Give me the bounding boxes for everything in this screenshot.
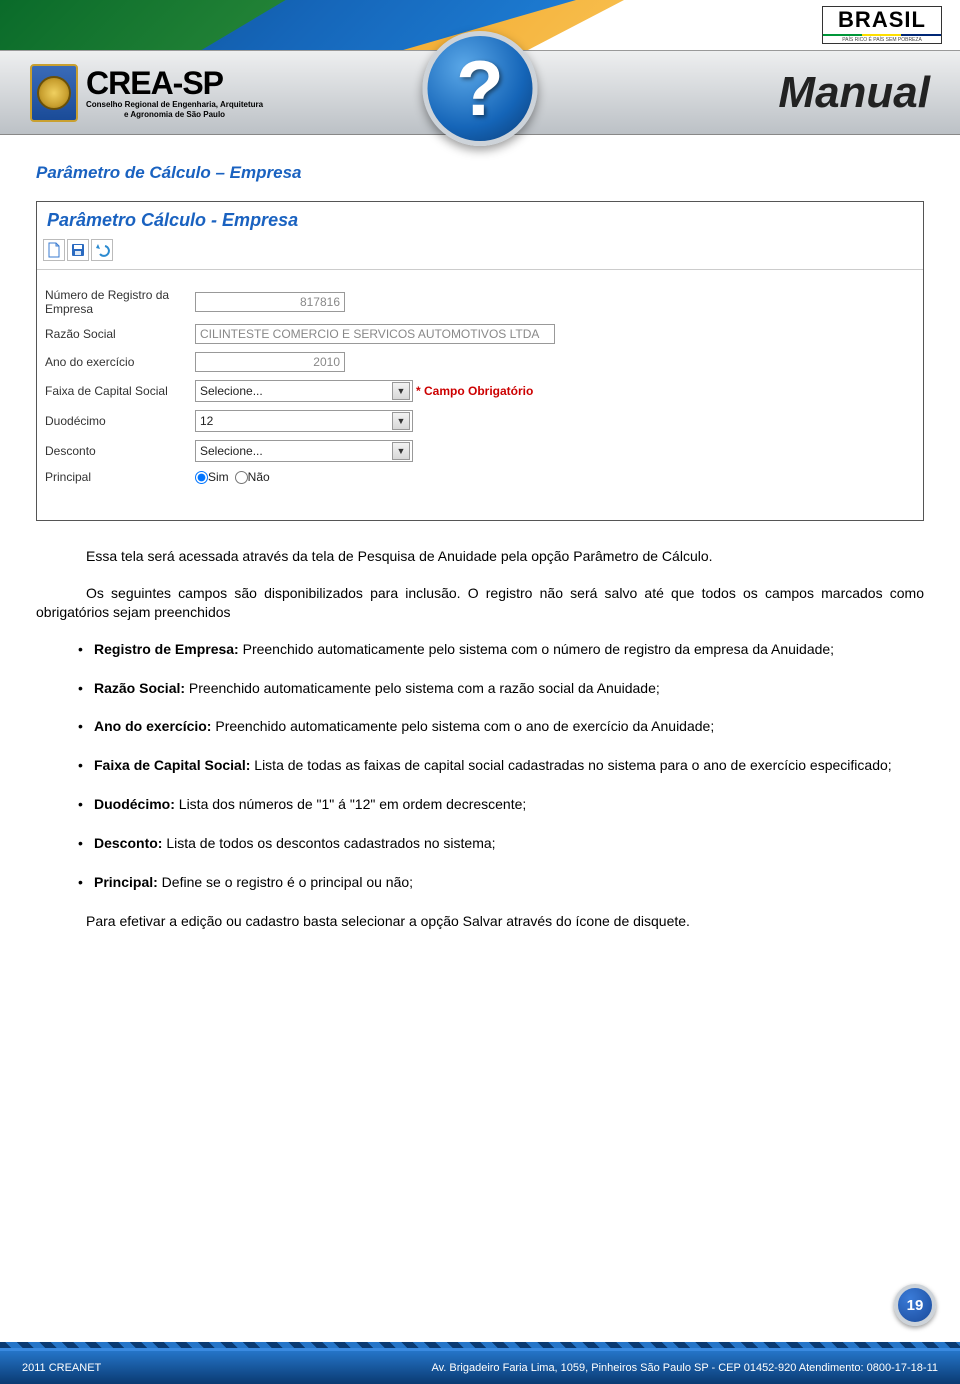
duodecimo-select[interactable]: 12 ▼ — [195, 410, 413, 432]
registro-label: Número de Registro da Empresa — [45, 288, 195, 316]
undo-icon[interactable] — [91, 239, 113, 261]
principal-row: Principal Sim Não — [45, 470, 915, 484]
desconto-row: Desconto Selecione... ▼ — [45, 440, 915, 462]
manual-heading: Manual — [778, 68, 930, 118]
list-item: Registro de Empresa: Preenchido automati… — [78, 640, 924, 659]
razao-input[interactable] — [195, 324, 555, 344]
list-item: Razão Social: Preenchido automaticamente… — [78, 679, 924, 698]
principal-label: Principal — [45, 470, 195, 484]
ano-row: Ano do exercício — [45, 352, 915, 372]
list-item: Principal: Define se o registro é o prin… — [78, 873, 924, 892]
crea-badge-icon — [30, 64, 78, 122]
ano-label: Ano do exercício — [45, 355, 195, 369]
crea-title: CREA-SP — [86, 67, 263, 99]
principal-sim-label: Sim — [208, 470, 229, 484]
form-screenshot: Parâmetro Cálculo - Empresa Número de Re… — [36, 201, 924, 521]
brasil-logo-text: BRASIL — [838, 7, 926, 33]
header-bar: CREA-SP Conselho Regional de Engenharia,… — [0, 50, 960, 135]
faixa-label: Faixa de Capital Social — [45, 384, 195, 398]
brasil-logo: BRASIL PAÍS RICO É PAÍS SEM POBREZA — [822, 6, 942, 44]
required-indicator: * Campo Obrigatório — [416, 384, 533, 398]
ano-input[interactable] — [195, 352, 345, 372]
chevron-down-icon: ▼ — [392, 412, 410, 430]
body-text: Essa tela será acessada através da tela … — [36, 547, 924, 931]
footer-left: 2011 CREANET — [22, 1362, 101, 1374]
list-item: Desconto: Lista de todos os descontos ca… — [78, 834, 924, 853]
page-footer: 2011 CREANET Av. Brigadeiro Faria Lima, … — [0, 1348, 960, 1384]
question-mark-icon: ? — [423, 31, 538, 146]
new-document-icon[interactable] — [43, 239, 65, 261]
faixa-row: Faixa de Capital Social Selecione... ▼ *… — [45, 380, 915, 402]
desconto-select[interactable]: Selecione... ▼ — [195, 440, 413, 462]
faixa-select[interactable]: Selecione... ▼ — [195, 380, 413, 402]
section-title: Parâmetro de Cálculo – Empresa — [36, 163, 924, 183]
intro-para-2: Os seguintes campos são disponibilizados… — [36, 584, 924, 622]
intro-para-1: Essa tela será acessada através da tela … — [36, 547, 924, 566]
principal-nao-radio[interactable] — [235, 471, 248, 484]
duodecimo-row: Duodécimo 12 ▼ — [45, 410, 915, 432]
crea-logo-block: CREA-SP Conselho Regional de Engenharia,… — [30, 64, 263, 122]
list-item: Faixa de Capital Social: Lista de todas … — [78, 756, 924, 775]
closing-para: Para efetivar a edição ou cadastro basta… — [36, 912, 924, 931]
save-icon[interactable] — [67, 239, 89, 261]
footer-right: Av. Brigadeiro Faria Lima, 1059, Pinheir… — [431, 1362, 938, 1374]
chevron-down-icon: ▼ — [392, 442, 410, 460]
razao-label: Razão Social — [45, 327, 195, 341]
field-list: Registro de Empresa: Preenchido automati… — [36, 640, 924, 892]
brasil-logo-subtitle: PAÍS RICO É PAÍS SEM POBREZA — [842, 37, 922, 43]
crea-subtitle-1: Conselho Regional de Engenharia, Arquite… — [86, 101, 263, 109]
registro-row: Número de Registro da Empresa — [45, 288, 915, 316]
page-number-badge: 19 — [894, 1284, 936, 1326]
principal-nao-label: Não — [248, 470, 270, 484]
form-toolbar — [37, 235, 923, 270]
desconto-label: Desconto — [45, 444, 195, 458]
list-item: Ano do exercício: Preenchido automaticam… — [78, 717, 924, 736]
razao-row: Razão Social — [45, 324, 915, 344]
principal-sim-radio[interactable] — [195, 471, 208, 484]
chevron-down-icon: ▼ — [392, 382, 410, 400]
crea-subtitle-2: e Agronomia de São Paulo — [86, 111, 263, 119]
list-item: Duodécimo: Lista dos números de "1" á "1… — [78, 795, 924, 814]
form-title: Parâmetro Cálculo - Empresa — [37, 202, 923, 235]
duodecimo-label: Duodécimo — [45, 414, 195, 428]
registro-input[interactable] — [195, 292, 345, 312]
